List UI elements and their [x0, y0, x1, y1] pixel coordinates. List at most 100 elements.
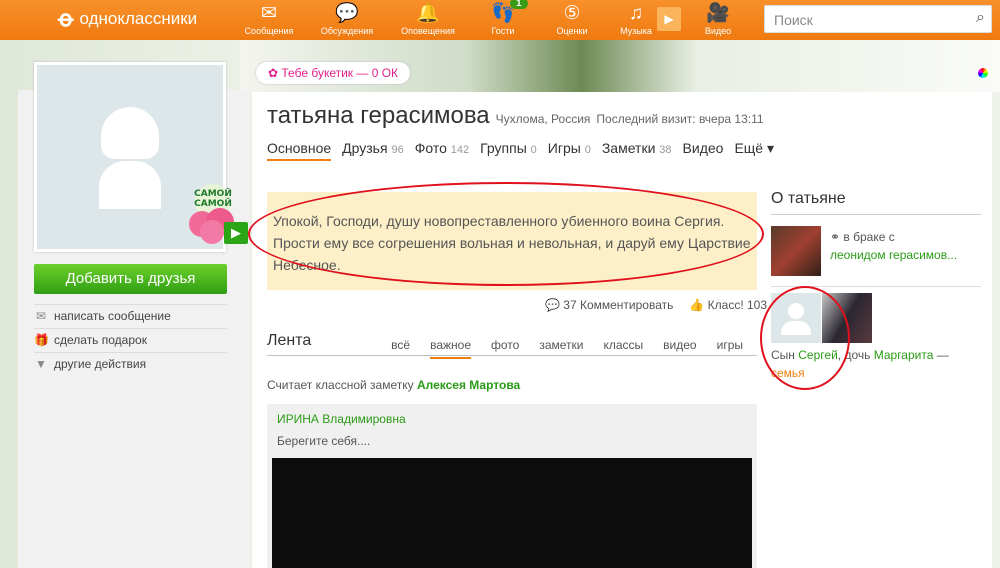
tab-count: 96 — [391, 144, 404, 156]
status-meta: 💬 37 Комментировать 👍 Класс! 103 — [545, 298, 767, 312]
music-play-button[interactable]: ▶ — [657, 7, 681, 31]
feed-title: Лента — [267, 332, 312, 349]
like-label: Класс! 103 — [707, 298, 768, 312]
annotation-circle — [760, 286, 850, 390]
annotation-ellipse — [248, 182, 764, 286]
feed-tab-photo[interactable]: фото — [491, 338, 519, 359]
nav-label: Музыка — [620, 26, 652, 36]
avatar-placeholder-head — [101, 107, 159, 159]
envelope-icon: ✉ — [261, 3, 277, 24]
feed-tab-likes[interactable]: классы — [603, 338, 643, 359]
dash: — — [933, 348, 949, 362]
tab-video[interactable]: Видео — [683, 140, 724, 161]
action-label: сделать подарок — [54, 333, 147, 347]
nav-label: Оповещения — [401, 26, 455, 36]
chat-bubbles-icon: 💬 — [335, 3, 359, 24]
tab-count: 142 — [450, 144, 470, 156]
video-camera-icon: 🎥 — [706, 3, 730, 24]
nav-discussions[interactable]: 💬 Обсуждения — [312, 2, 382, 36]
svg-text:САМОЙ: САМОЙ — [194, 197, 232, 209]
nav-label: Гости — [491, 26, 515, 36]
profile-tabs: Основное Друзья 96 Фото 142 Группы 0 Игр… — [267, 140, 774, 161]
spouse-photo[interactable] — [771, 226, 821, 276]
action-label: другие действия — [54, 357, 147, 371]
avatar-placeholder-body — [99, 161, 161, 209]
activity-author-link[interactable]: Алексея Мартова — [417, 378, 520, 392]
add-friend-button[interactable]: Добавить в друзья — [34, 264, 227, 294]
tab-games[interactable]: Игры 0 — [548, 140, 591, 161]
tab-friends[interactable]: Друзья 96 — [342, 140, 404, 161]
like-button[interactable]: 👍 Класс! 103 — [689, 298, 767, 312]
search-placeholder: Поиск — [774, 12, 813, 28]
feed-activity: Считает классной заметку Алексея Мартова — [267, 378, 520, 392]
tab-label: Группы — [480, 140, 527, 156]
feed-tab-video[interactable]: видео — [663, 338, 696, 359]
search-icon[interactable]: ⌕ — [976, 9, 985, 27]
tab-groups[interactable]: Группы 0 — [480, 140, 537, 161]
last-visit: Последний визит: вчера 13:11 — [596, 112, 764, 126]
nav-ratings[interactable]: ⑤ Оценки — [537, 2, 607, 36]
svg-text:САМОЙ: САМОЙ — [194, 187, 232, 199]
gift-icon: 🎁 — [34, 333, 49, 347]
feed-tab-notes[interactable]: заметки — [539, 338, 583, 359]
nav-label: Видео — [704, 26, 732, 36]
envelope-icon: ✉ — [35, 309, 47, 323]
nav-label: Сообщения — [244, 26, 294, 36]
tab-photos[interactable]: Фото 142 — [415, 140, 469, 161]
post-image[interactable] — [272, 458, 752, 568]
sticker-play-button[interactable]: ▶ — [224, 222, 248, 244]
ok-logo-icon: ꝋ — [58, 6, 74, 31]
tab-label: Друзья — [342, 140, 388, 156]
profile-name: татьяна герасимова — [267, 102, 490, 129]
tab-label: Игры — [547, 140, 581, 156]
rings-icon: ⚭ — [830, 230, 841, 244]
other-actions-link[interactable]: ▼ другие действия — [34, 352, 227, 376]
tab-more[interactable]: Ещё ▾ — [734, 140, 774, 161]
theme-color-icon[interactable] — [976, 66, 990, 80]
tab-notes[interactable]: Заметки 38 — [602, 140, 672, 161]
profile-location: Чухлома, Россия — [495, 112, 591, 126]
feed-tab-games[interactable]: игры — [717, 338, 743, 359]
marriage-info: ⚭ в браке с леонидом герасимов... — [830, 228, 957, 264]
profile-header: татьяна герасимова Чухлома, Россия Последн… — [267, 102, 764, 130]
married-prefix: в браке с — [843, 230, 895, 244]
post-text: Берегите себя.... — [277, 434, 371, 448]
spouse-link[interactable]: леонидом герасимов... — [830, 248, 957, 262]
tab-count: 0 — [584, 144, 591, 156]
nav-video[interactable]: 🎥 Видео — [683, 2, 753, 36]
triangle-down-icon: ▼ — [35, 357, 47, 371]
nav-guests[interactable]: 👣 1 Гости — [468, 0, 538, 36]
tab-label: Фото — [414, 140, 447, 156]
feed-tab-all[interactable]: всё — [391, 338, 410, 359]
logo[interactable]: ꝋ одноклассники — [58, 6, 197, 32]
send-gift-link[interactable]: 🎁 сделать подарок — [34, 328, 227, 352]
daughter-link[interactable]: Маргарита — [874, 348, 934, 362]
feed-post: ИРИНА Владимировна Берегите себя.... — [267, 404, 757, 568]
write-message-link[interactable]: ✉ написать сообщение — [34, 304, 227, 328]
bouquet-button[interactable]: ✿ Тебе букетик — 0 ОК — [256, 62, 411, 84]
tab-label: Заметки — [601, 140, 656, 156]
tab-count: 38 — [659, 144, 672, 156]
rating-5-icon: ⑤ — [563, 3, 581, 24]
nav-notifications[interactable]: 🔔 Оповещения — [393, 2, 463, 36]
feed-tabs: всё важное фото заметки классы видео игр… — [391, 338, 743, 359]
about-title: О татьяне — [771, 190, 981, 215]
action-label: написать сообщение — [54, 309, 171, 323]
guests-badge: 1 — [510, 0, 528, 9]
feed-tab-important[interactable]: важное — [430, 338, 471, 359]
logo-text: одноклассники — [79, 9, 198, 28]
bell-icon: 🔔 — [416, 3, 440, 24]
tab-count: 0 — [530, 144, 537, 156]
comment-button[interactable]: 💬 37 Комментировать — [545, 298, 673, 312]
nav-label: Оценки — [556, 26, 588, 36]
nav-messages[interactable]: ✉ Сообщения — [234, 2, 304, 36]
tab-main[interactable]: Основное — [267, 140, 332, 161]
top-navbar: ꝋ одноклассники ✉ Сообщения 💬 Обсуждения 🔔 О… — [0, 0, 1000, 40]
activity-text: Считает классной заметку — [267, 378, 414, 392]
comment-label: 37 Комментировать — [563, 298, 674, 312]
nav-label: Обсуждения — [320, 26, 374, 36]
search-input[interactable]: Поиск ⌕ — [764, 5, 992, 33]
feed-header: Лента всё важное фото заметки классы вид… — [267, 332, 757, 359]
bouquet-label: Тебе букетик — 0 ОК — [281, 66, 399, 80]
post-author-link[interactable]: ИРИНА Владимировна — [277, 412, 406, 426]
